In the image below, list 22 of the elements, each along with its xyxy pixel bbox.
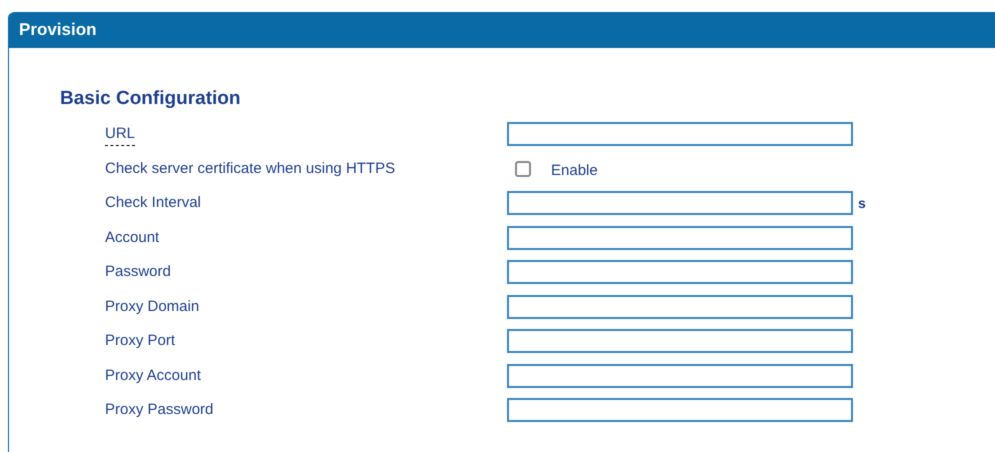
field-label: Proxy Port [105, 331, 176, 351]
field-label: Password [105, 262, 172, 282]
field-label: Check Interval [105, 193, 202, 213]
panel-title: Provision [19, 19, 96, 42]
input-field[interactable] [507, 191, 853, 216]
section-title: Basic Configuration [60, 87, 242, 111]
unit-label: s [858, 194, 866, 213]
input-field[interactable] [507, 329, 853, 354]
input-field[interactable] [507, 122, 853, 146]
input-field[interactable] [507, 294, 853, 319]
field-label: Account [105, 228, 160, 248]
input-field[interactable] [507, 226, 853, 250]
input-field[interactable] [507, 398, 853, 422]
field-label: URL [105, 122, 136, 146]
field-label: Proxy Account [105, 366, 202, 386]
checkbox-label: Enable [551, 160, 598, 180]
field-label: Proxy Domain [105, 296, 200, 316]
field-label: Check server certificate when using HTTPS [105, 158, 396, 178]
field-label: Proxy Password [105, 400, 214, 420]
input-field[interactable] [507, 364, 853, 388]
checkbox[interactable] [515, 160, 531, 177]
input-field[interactable] [507, 260, 853, 284]
